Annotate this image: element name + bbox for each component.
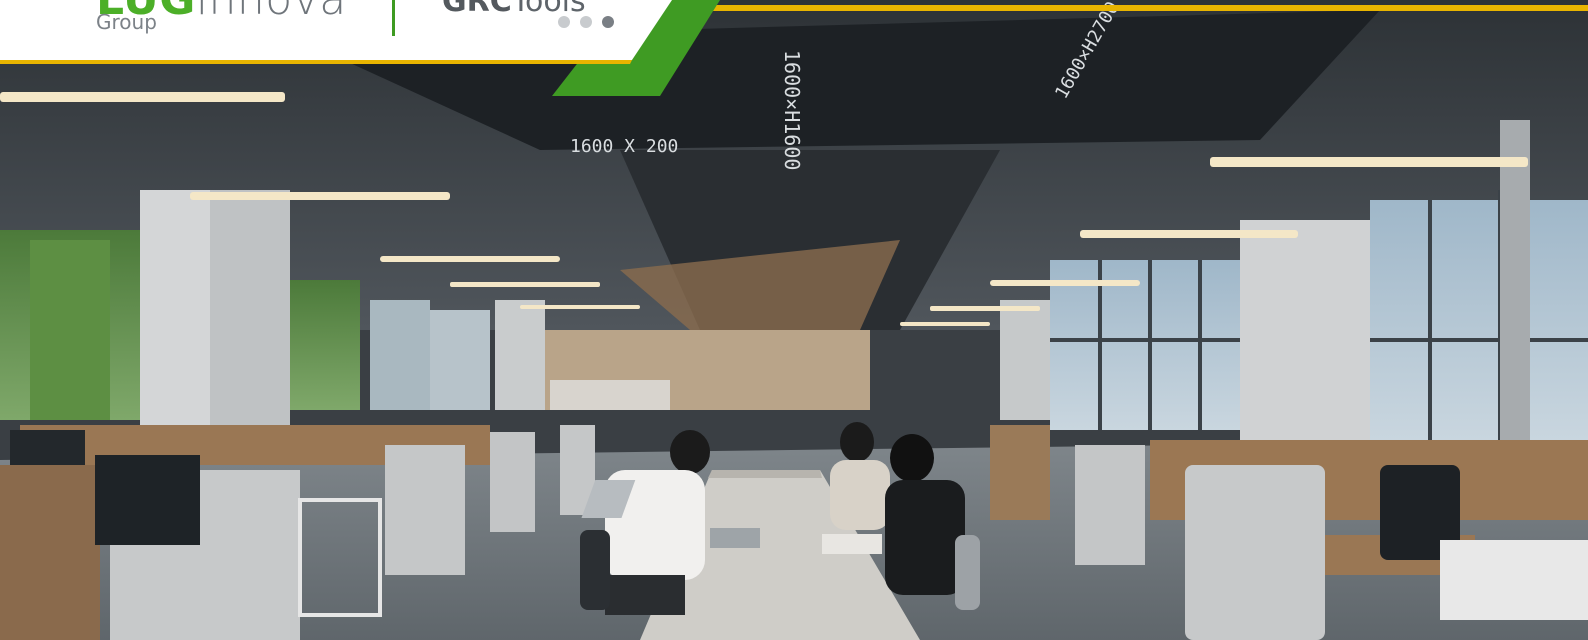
brand-rest-text: innova	[196, 0, 347, 25]
carousel-dot-2[interactable]	[580, 16, 592, 28]
carousel-indicators	[558, 16, 614, 28]
logo-divider	[392, 0, 395, 36]
header-logo-card: LUGinnova Group GRCTools	[0, 0, 720, 96]
partner-logo-bold: GRC	[442, 0, 512, 19]
carousel-dot-1[interactable]	[558, 16, 570, 28]
carousel-dot-3[interactable]	[602, 16, 614, 28]
svg-text:1600 X 200: 1600 X 200	[570, 136, 678, 157]
brand-subtitle: Group	[96, 10, 157, 34]
ceiling-sign-1-text: 1600×H1600	[780, 50, 804, 170]
